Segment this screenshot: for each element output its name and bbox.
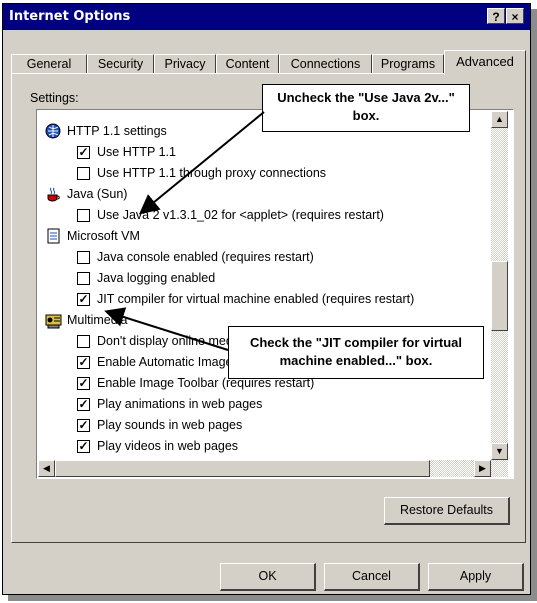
globe-settings-icon	[45, 123, 62, 140]
java-cup-icon	[45, 186, 62, 203]
multimedia-icon	[45, 312, 62, 329]
checkbox[interactable]	[77, 335, 90, 348]
checkbox[interactable]	[77, 272, 90, 285]
horizontal-scroll-thumb[interactable]	[55, 460, 430, 477]
tab-general[interactable]: General	[11, 54, 87, 74]
checkbox[interactable]: ✓	[77, 440, 90, 453]
document-icon	[45, 228, 62, 245]
apply-button[interactable]: Apply	[428, 563, 524, 591]
tab-security[interactable]: Security	[87, 54, 154, 74]
scroll-left-arrow-icon[interactable]: ◀	[38, 460, 55, 477]
title-bar[interactable]: Internet Options ? ×	[3, 4, 530, 30]
checkbox[interactable]	[77, 167, 90, 180]
tab-connections[interactable]: Connections	[279, 54, 372, 74]
checkbox[interactable]: ✓	[77, 356, 90, 369]
checkbox[interactable]: ✓	[77, 419, 90, 432]
close-button[interactable]: ×	[506, 8, 524, 24]
scroll-right-arrow-icon[interactable]: ▶	[474, 460, 491, 477]
checkbox[interactable]	[77, 209, 90, 222]
checkbox[interactable]: ✓	[77, 377, 90, 390]
tab-advanced[interactable]: Advanced	[444, 50, 526, 75]
checkbox[interactable]: ✓	[77, 398, 90, 411]
checkbox[interactable]: ✓	[77, 146, 90, 159]
tab-strip: General Security Privacy Content Connect…	[11, 50, 526, 75]
cancel-button[interactable]: Cancel	[324, 563, 420, 591]
tab-programs[interactable]: Programs	[372, 54, 444, 74]
help-button[interactable]: ?	[487, 8, 505, 24]
settings-label: Settings:	[30, 91, 79, 105]
callout-uncheck-java: Uncheck the "Use Java 2v..." box.	[262, 84, 470, 132]
tab-privacy[interactable]: Privacy	[154, 54, 216, 74]
scroll-down-arrow-icon[interactable]: ▼	[491, 443, 508, 460]
scroll-up-arrow-icon[interactable]: ▲	[491, 111, 508, 128]
window-title: Internet Options	[9, 9, 131, 24]
tab-content[interactable]: Content	[216, 54, 279, 74]
settings-list[interactable]: HTTP 1.1 settings ✓ Use HTTP 1.1 Use HTT…	[36, 109, 514, 479]
vertical-scroll-thumb[interactable]	[491, 261, 508, 331]
horizontal-scrollbar[interactable]: ◀ ▶	[38, 460, 491, 477]
callout-check-jit: Check the "JIT compiler for virtual mach…	[228, 326, 484, 379]
checkbox[interactable]	[77, 251, 90, 264]
vertical-scrollbar[interactable]: ▲ ▼	[491, 111, 508, 477]
checkbox[interactable]: ✓	[77, 293, 90, 306]
restore-defaults-button[interactable]: Restore Defaults	[384, 497, 510, 525]
ok-button[interactable]: OK	[220, 563, 316, 591]
